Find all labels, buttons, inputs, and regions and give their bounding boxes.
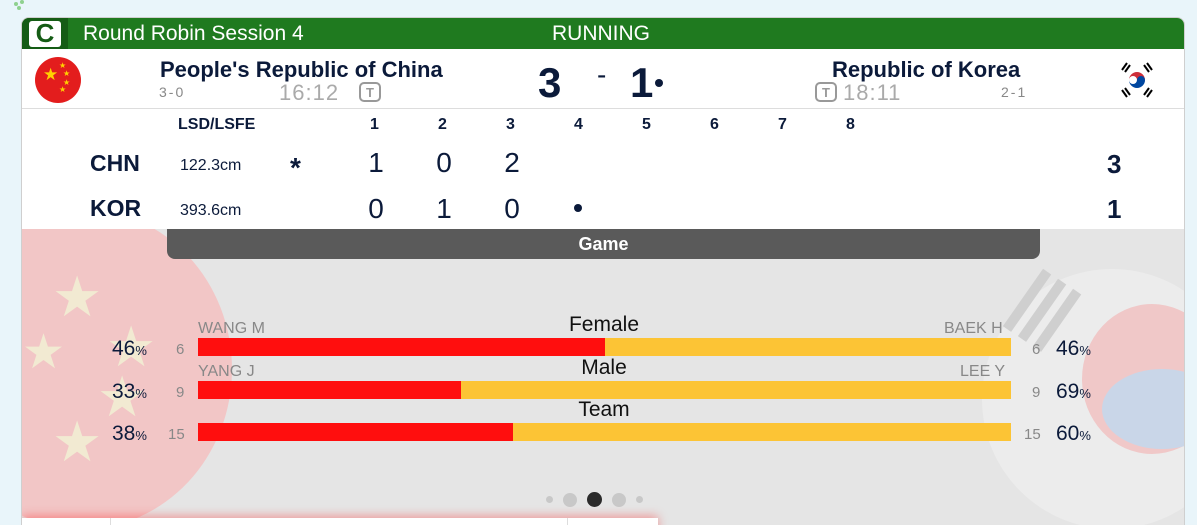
away-end-3: 0 bbox=[504, 193, 520, 224]
pager-dot[interactable] bbox=[563, 492, 577, 507]
away-abbr: KOR bbox=[90, 195, 142, 221]
end-header-2: 2 bbox=[438, 116, 447, 133]
home-total: 3 bbox=[1107, 149, 1122, 179]
away-lsd: 393.6cm bbox=[180, 202, 242, 219]
stat-label: Male bbox=[581, 356, 627, 379]
carousel-pager[interactable] bbox=[546, 492, 643, 507]
away-record: 2-1 bbox=[1001, 84, 1028, 100]
home-player: YANG J bbox=[198, 363, 255, 380]
pager-dot[interactable] bbox=[546, 496, 553, 503]
home-pct: 33% bbox=[112, 380, 147, 403]
home-shots: 15 bbox=[168, 426, 185, 443]
home-shots: 6 bbox=[176, 341, 185, 358]
card-header: C Round Robin Session 4 RUNNING bbox=[22, 18, 1184, 49]
away-pct: 60% bbox=[1056, 422, 1091, 445]
stat-label: Female bbox=[568, 313, 640, 336]
pct-bar bbox=[198, 338, 1011, 356]
end-header-8: 8 bbox=[846, 116, 855, 133]
end-header-7: 7 bbox=[778, 116, 787, 133]
home-end-2: 0 bbox=[436, 147, 452, 178]
divider bbox=[567, 518, 568, 525]
home-clock: 16:12 bbox=[279, 80, 340, 105]
teams-row: ★ ★ ★ ★ ★ People's Republic of China 3-0… bbox=[22, 49, 1184, 109]
stat-label: Team bbox=[578, 398, 630, 421]
lsd-header: LSD/LSFE bbox=[178, 116, 256, 133]
pct-bar bbox=[198, 381, 1011, 399]
pager-dot[interactable] bbox=[636, 496, 643, 503]
star-watermark: ★ bbox=[52, 265, 103, 328]
away-end-2: 1 bbox=[436, 193, 452, 224]
away-shots: 6 bbox=[1032, 341, 1041, 358]
home-score: 3 bbox=[538, 59, 562, 106]
session-title: Round Robin Session 4 bbox=[83, 22, 304, 45]
away-shots: 15 bbox=[1024, 426, 1041, 443]
game-status: RUNNING bbox=[552, 22, 650, 45]
away-player: LEE Y bbox=[960, 363, 1006, 380]
home-player: WANG M bbox=[198, 320, 265, 337]
star-watermark: ★ bbox=[22, 326, 66, 379]
score-separator: - bbox=[597, 59, 607, 90]
game-card[interactable]: C Round Robin Session 4 RUNNING ★ ★ ★ ★ … bbox=[21, 17, 1185, 525]
home-pct: 38% bbox=[112, 422, 147, 445]
pct-bar bbox=[198, 423, 1011, 441]
pager-dot-active[interactable] bbox=[587, 492, 602, 507]
away-shots: 9 bbox=[1032, 384, 1041, 401]
next-card-preview[interactable] bbox=[22, 518, 658, 525]
home-abbr: CHN bbox=[90, 150, 140, 176]
home-end-1: 1 bbox=[368, 147, 384, 178]
home-pct: 46% bbox=[112, 337, 147, 360]
end-header-4: 4 bbox=[574, 116, 583, 133]
decorative-dots bbox=[14, 0, 38, 10]
away-total: 1 bbox=[1107, 194, 1122, 224]
home-pct-fill bbox=[198, 381, 461, 399]
divider bbox=[110, 518, 111, 525]
linescore: LSD/LSFE 1 2 3 4 5 6 7 8 CHN 122.3cm 1 0… bbox=[22, 109, 1184, 229]
end-header-6: 6 bbox=[710, 116, 719, 133]
hammer-indicator-icon bbox=[655, 79, 663, 87]
away-end-1: 0 bbox=[368, 193, 384, 224]
timeout-icon: T bbox=[359, 82, 381, 102]
home-lsd: 122.3cm bbox=[180, 157, 242, 174]
away-player: BAEK H bbox=[944, 320, 1003, 337]
away-pct: 46% bbox=[1056, 337, 1091, 360]
sheet-badge: C bbox=[22, 18, 68, 49]
stats-panel[interactable]: ★ ★ ★ ★ ★ Game Female WANG M BAEK H 46% … bbox=[22, 229, 1184, 525]
timeout-icon: T bbox=[815, 82, 837, 102]
away-pct: 69% bbox=[1056, 380, 1091, 403]
hammer-icon: * bbox=[290, 152, 301, 183]
china-flag-icon: ★ ★ ★ ★ ★ bbox=[35, 57, 81, 103]
pager-dot[interactable] bbox=[612, 492, 626, 507]
away-clock: 18:11 bbox=[843, 80, 902, 105]
home-pct-fill bbox=[198, 423, 514, 441]
home-end-3: 2 bbox=[504, 147, 520, 178]
away-score: 1 bbox=[630, 59, 654, 106]
end-header-5: 5 bbox=[642, 116, 651, 133]
star-watermark: ★ bbox=[52, 410, 103, 473]
korea-flag-icon bbox=[1114, 57, 1160, 103]
end-header-3: 3 bbox=[506, 116, 515, 133]
current-end-indicator-icon bbox=[574, 204, 582, 212]
sheet-badge-label: C bbox=[29, 18, 61, 48]
end-header-1: 1 bbox=[370, 116, 379, 133]
tab-game[interactable]: Game bbox=[167, 229, 1040, 259]
home-record: 3-0 bbox=[159, 84, 186, 100]
home-pct-fill bbox=[198, 338, 605, 356]
home-shots: 9 bbox=[176, 384, 185, 401]
